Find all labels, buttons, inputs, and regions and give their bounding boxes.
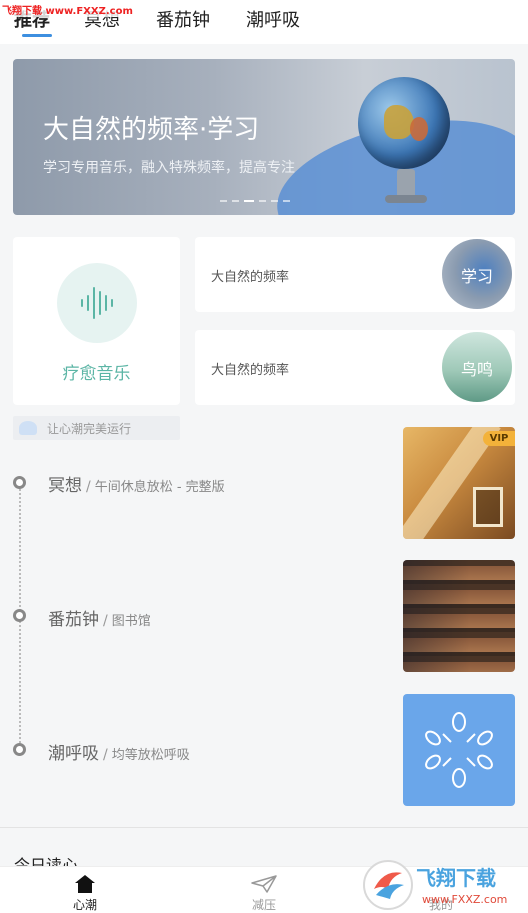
timeline-subtitle: 均等放松呼吸 <box>111 748 190 763</box>
vip-badge: VIP <box>483 431 515 446</box>
notice-text: 让心潮完美运行 <box>47 422 132 436</box>
nav-label: 心潮 <box>72 898 97 912</box>
timeline-title: 冥想 <box>48 476 82 496</box>
carousel-dot[interactable] <box>259 200 266 202</box>
nav-item-xinchao[interactable]: 心潮 <box>45 867 125 913</box>
tab-breathing[interactable]: 潮呼吸 <box>246 6 300 32</box>
timeline-separator: / <box>103 747 108 763</box>
carousel-dot[interactable] <box>232 200 239 202</box>
timeline-subtitle: 午间休息放松 - 完整版 <box>94 480 225 495</box>
banner-title: 大自然的频率·学习 <box>43 115 260 145</box>
meditation-cover-image[interactable]: VIP <box>403 427 515 539</box>
timeline-node <box>13 743 26 756</box>
frequency-card-study[interactable]: 大自然的频率 学习 <box>195 237 515 312</box>
tab-pomodoro[interactable]: 番茄钟 <box>156 6 210 32</box>
banner-subtitle: 学习专用音乐，融入特殊频率，提高专注 <box>43 160 295 176</box>
timeline-item-meditation[interactable]: 冥想 / 午间休息放松 - 完整版 <box>48 471 225 496</box>
healing-music-card[interactable]: 疗愈音乐 <box>13 237 180 405</box>
section-divider <box>0 827 528 828</box>
timeline-title: 潮呼吸 <box>48 744 99 764</box>
timeline-item-pomodoro[interactable]: 番茄钟 / 图书馆 <box>48 605 151 630</box>
nav-label: 减压 <box>251 898 276 912</box>
healing-music-label: 疗愈音乐 <box>62 364 131 384</box>
frequency-card-birdsong[interactable]: 大自然的频率 鸟鸣 <box>195 330 515 405</box>
svg-text:飞翔下载: 飞翔下载 <box>416 866 496 890</box>
globe-base <box>385 195 427 203</box>
active-tab-indicator <box>22 34 52 37</box>
breathing-cover-image[interactable] <box>403 694 515 806</box>
sound-wave-icon <box>57 263 137 343</box>
carousel-dot[interactable] <box>271 200 278 202</box>
study-thumbnail: 学习 <box>442 239 512 309</box>
carousel-indicator <box>220 200 290 202</box>
home-icon <box>75 875 95 893</box>
watermark-logo-image: 飞翔下载 www.FXXZ.com <box>363 860 507 910</box>
birdsong-thumbnail: 鸟鸣 <box>442 332 512 402</box>
timeline-node <box>13 609 26 622</box>
nav-item-decompress[interactable]: 减压 <box>224 867 304 913</box>
carousel-dot[interactable] <box>283 200 290 202</box>
frequency-card-label: 大自然的频率 <box>211 363 290 378</box>
svg-text:www.FXXZ.com: www.FXXZ.com <box>422 893 507 906</box>
thumbnail-label: 鸟鸣 <box>460 360 493 379</box>
watermark-text: 飞翔下载 www.FXXZ.com <box>2 2 133 17</box>
timeline-item-breathing[interactable]: 潮呼吸 / 均等放松呼吸 <box>48 739 190 764</box>
timeline-subtitle: 图书馆 <box>111 614 151 629</box>
timeline-separator: / <box>86 479 91 495</box>
globe-image <box>358 77 450 169</box>
status-notice: 让心潮完美运行 <box>13 416 180 440</box>
banner-carousel[interactable]: 大自然的频率·学习 学习专用音乐，融入特殊频率，提高专注 <box>13 59 515 215</box>
globe-land-shape <box>384 105 414 139</box>
leaf-wreath-icon <box>425 712 493 788</box>
carousel-dot-active[interactable] <box>244 200 254 202</box>
thumbnail-label: 学习 <box>460 267 493 286</box>
timeline-title: 番茄钟 <box>48 610 99 630</box>
carousel-dot[interactable] <box>220 200 227 202</box>
timeline-separator: / <box>103 613 108 629</box>
top-tab-bar: 推荐 冥想 番茄钟 潮呼吸 飞翔下载 www.FXXZ.com <box>0 0 528 44</box>
watermark-logo: 飞翔下载 www.FXXZ.com <box>362 855 522 913</box>
frequency-card-label: 大自然的频率 <box>211 270 290 285</box>
globe-land-shape <box>410 117 428 141</box>
cloud-icon <box>19 421 37 435</box>
paper-plane-icon <box>251 875 277 893</box>
app-screen: 推荐 冥想 番茄钟 潮呼吸 飞翔下载 www.FXXZ.com 大自然的频率·学… <box>0 0 528 913</box>
library-cover-image[interactable] <box>403 560 515 672</box>
timeline-node <box>13 476 26 489</box>
